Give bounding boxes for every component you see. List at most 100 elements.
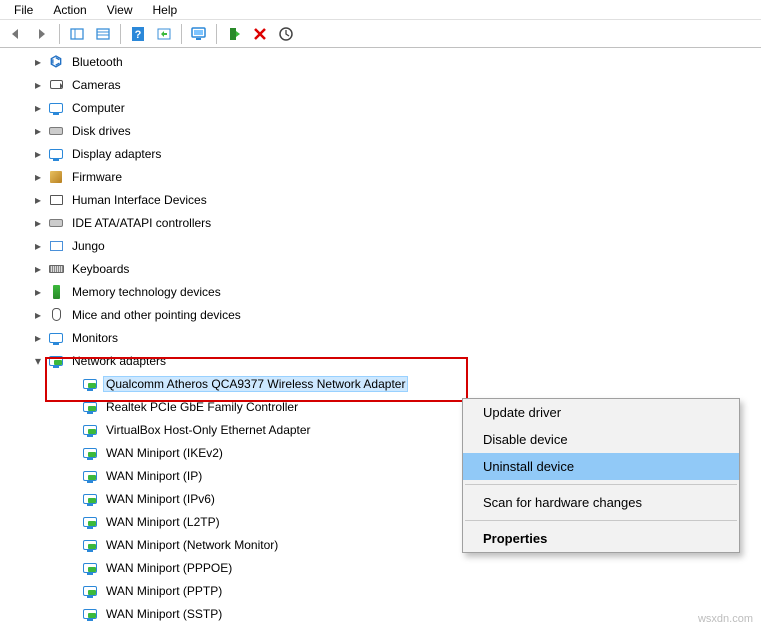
tree-label: WAN Miniport (PPPOE) [103, 560, 235, 576]
netadapter-icon [81, 559, 99, 577]
chevron-right-icon[interactable]: ▸ [32, 56, 44, 68]
chevron-right-icon[interactable]: ▸ [32, 171, 44, 183]
menu-separator [465, 520, 737, 521]
tree-label: Monitors [69, 330, 121, 346]
hid-icon [47, 191, 65, 209]
menu-help[interactable]: Help [143, 1, 188, 19]
tree-node-ide[interactable]: ▸ IDE ATA/ATAPI controllers [18, 211, 761, 234]
netadapter-icon [81, 444, 99, 462]
tree-label: Disk drives [69, 123, 134, 139]
tree-node-wan-pppoe[interactable]: WAN Miniport (PPPOE) [18, 556, 761, 579]
netadapter-icon [47, 352, 65, 370]
tree-node-bluetooth[interactable]: ▸⌬Bluetooth [18, 50, 761, 73]
chevron-right-icon[interactable]: ▸ [32, 79, 44, 91]
tree-label: WAN Miniport (IPv6) [103, 491, 218, 507]
action-button[interactable] [152, 22, 176, 46]
chevron-right-icon[interactable]: ▸ [32, 148, 44, 160]
menu-view[interactable]: View [97, 1, 143, 19]
tree-node-jungo[interactable]: ▸ Jungo [18, 234, 761, 257]
menu-uninstall-device[interactable]: Uninstall device [463, 453, 739, 480]
chevron-right-icon[interactable]: ▸ [32, 309, 44, 321]
monitor-icon [47, 145, 65, 163]
tree-label: WAN Miniport (L2TP) [103, 514, 223, 530]
monitor-icon [47, 99, 65, 117]
tree-label: WAN Miniport (IP) [103, 468, 205, 484]
tree-node-wan-pptp[interactable]: WAN Miniport (PPTP) [18, 579, 761, 602]
tree-label: Bluetooth [69, 54, 126, 70]
tree-node-memory[interactable]: ▸ Memory technology devices [18, 280, 761, 303]
netadapter-icon [81, 536, 99, 554]
netadapter-icon [81, 490, 99, 508]
jungo-icon [47, 237, 65, 255]
back-button[interactable] [4, 22, 28, 46]
tree-node-wan-sstp[interactable]: WAN Miniport (SSTP) [18, 602, 761, 625]
tree-node-monitors[interactable]: ▸ Monitors [18, 326, 761, 349]
tree-label: Keyboards [69, 261, 132, 277]
netadapter-icon [81, 398, 99, 416]
memory-icon [47, 283, 65, 301]
tree-label: Computer [69, 100, 128, 116]
scan-button[interactable] [274, 22, 298, 46]
chevron-right-icon[interactable]: ▸ [32, 332, 44, 344]
chevron-right-icon[interactable]: ▸ [32, 125, 44, 137]
menu-file[interactable]: File [4, 1, 43, 19]
tree-node-qualcomm-atheros[interactable]: Qualcomm Atheros QCA9377 Wireless Networ… [18, 372, 761, 395]
forward-button[interactable] [30, 22, 54, 46]
chevron-right-icon[interactable]: ▸ [32, 286, 44, 298]
update-button[interactable] [222, 22, 246, 46]
netadapter-icon [81, 375, 99, 393]
tree-node-disk[interactable]: ▸ Disk drives [18, 119, 761, 142]
menu-action[interactable]: Action [43, 1, 96, 19]
menu-disable-device[interactable]: Disable device [463, 426, 739, 453]
chevron-right-icon[interactable]: ▸ [32, 240, 44, 252]
tree-node-hid[interactable]: ▸ Human Interface Devices [18, 188, 761, 211]
menu-scan-hardware[interactable]: Scan for hardware changes [463, 489, 739, 516]
tree-label: WAN Miniport (SSTP) [103, 606, 225, 622]
uninstall-button[interactable] [248, 22, 272, 46]
tree-node-computer[interactable]: ▸ Computer [18, 96, 761, 119]
tree-label: IDE ATA/ATAPI controllers [69, 215, 214, 231]
tree-label: Jungo [69, 238, 108, 254]
chevron-right-icon[interactable]: ▸ [32, 217, 44, 229]
firmware-icon [47, 168, 65, 186]
tree-label: Display adapters [69, 146, 164, 162]
ide-icon [47, 214, 65, 232]
context-menu: Update driver Disable device Uninstall d… [462, 398, 740, 553]
tree-label: WAN Miniport (Network Monitor) [103, 537, 281, 553]
netadapter-icon [81, 513, 99, 531]
monitor-button[interactable] [187, 22, 211, 46]
tree-label: Memory technology devices [69, 284, 224, 300]
chevron-right-icon[interactable]: ▸ [32, 102, 44, 114]
showhide-button[interactable] [65, 22, 89, 46]
svg-text:?: ? [135, 29, 142, 41]
tree-node-keyboards[interactable]: ▸ Keyboards [18, 257, 761, 280]
separator [181, 24, 182, 44]
help-button[interactable]: ? [126, 22, 150, 46]
mouse-icon [47, 306, 65, 324]
tree-node-display[interactable]: ▸ Display adapters [18, 142, 761, 165]
tree-label: WAN Miniport (PPTP) [103, 583, 225, 599]
menu-properties[interactable]: Properties [463, 525, 739, 552]
menu-update-driver[interactable]: Update driver [463, 399, 739, 426]
chevron-right-icon[interactable]: ▸ [32, 194, 44, 206]
tree-node-cameras[interactable]: ▸ Cameras [18, 73, 761, 96]
chevron-right-icon[interactable]: ▸ [32, 263, 44, 275]
bluetooth-icon: ⌬ [47, 53, 65, 71]
tree-label: Mice and other pointing devices [69, 307, 244, 323]
properties-button[interactable] [91, 22, 115, 46]
chevron-down-icon[interactable]: ▾ [32, 355, 44, 367]
tree-label: Cameras [69, 77, 124, 93]
tree-label: Qualcomm Atheros QCA9377 Wireless Networ… [103, 376, 408, 392]
tree-label: VirtualBox Host-Only Ethernet Adapter [103, 422, 314, 438]
netadapter-icon [81, 582, 99, 600]
netadapter-icon [81, 421, 99, 439]
tree-node-network-adapters[interactable]: ▾Network adapters [18, 349, 761, 372]
tree-node-firmware[interactable]: ▸Firmware [18, 165, 761, 188]
tree-node-mice[interactable]: ▸ Mice and other pointing devices [18, 303, 761, 326]
separator [216, 24, 217, 44]
separator [120, 24, 121, 44]
watermark: wsxdn.com [698, 613, 753, 625]
tree-label: Realtek PCIe GbE Family Controller [103, 399, 301, 415]
tree-label: Human Interface Devices [69, 192, 210, 208]
monitor-icon [47, 329, 65, 347]
